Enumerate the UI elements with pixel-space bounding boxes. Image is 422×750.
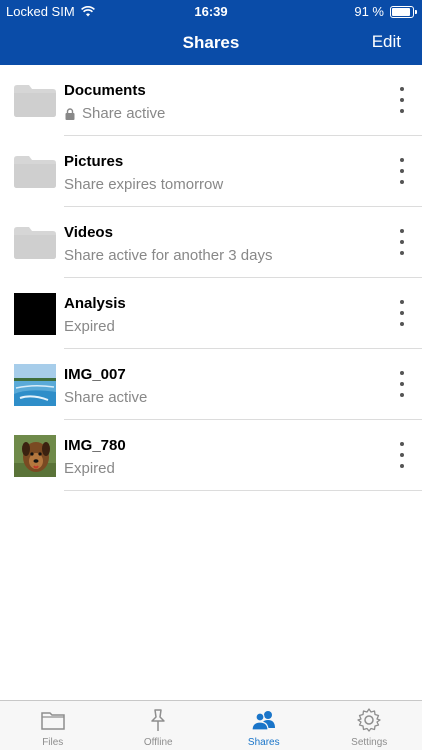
- item-subtitle: Expired: [64, 460, 115, 477]
- dog-photo-thumbnail: [14, 435, 56, 477]
- list-item[interactable]: IMG_780 Expired: [0, 420, 422, 491]
- more-options-icon[interactable]: [394, 442, 410, 468]
- tab-shares[interactable]: Shares: [211, 701, 317, 750]
- item-subtitle: Share active: [64, 389, 148, 406]
- folder-icon: [14, 227, 56, 259]
- item-title: IMG_780: [64, 437, 126, 454]
- tab-label: Shares: [247, 737, 280, 748]
- folder-icon: [14, 156, 56, 188]
- tab-label: Files: [42, 737, 64, 748]
- folder-icon: [14, 85, 56, 117]
- tab-settings[interactable]: Settings: [317, 701, 422, 750]
- more-options-icon[interactable]: [394, 300, 410, 326]
- lock-icon: [65, 107, 75, 120]
- tab-label: Offline: [143, 737, 173, 748]
- list-item[interactable]: Videos Share active for another 3 days: [0, 207, 422, 278]
- beach-photo-thumbnail: [14, 364, 56, 406]
- page-title: Shares: [182, 33, 240, 52]
- list-item[interactable]: Documents Share active: [0, 65, 422, 136]
- edit-button[interactable]: Edit: [372, 32, 401, 52]
- item-title: IMG_007: [64, 366, 126, 383]
- folder-icon: [41, 712, 65, 730]
- item-subtitle-wrap: Share active: [64, 105, 165, 122]
- more-options-icon[interactable]: [394, 371, 410, 397]
- battery-percentage: 91 %: [354, 4, 384, 19]
- item-subtitle: Share expires tomorrow: [64, 176, 224, 193]
- more-options-icon[interactable]: [394, 158, 410, 184]
- gear-icon: [357, 708, 381, 732]
- list-item[interactable]: Analysis Expired: [0, 278, 422, 349]
- item-subtitle: Share active: [82, 105, 166, 122]
- item-subtitle: Expired: [64, 318, 115, 335]
- item-title: Documents: [64, 82, 146, 99]
- users-icon: [251, 711, 275, 731]
- more-options-icon[interactable]: [394, 229, 410, 255]
- app-header: Locked SIM 16:39 91 % Shares Edit: [0, 0, 422, 65]
- item-subtitle: Share active for another 3 days: [64, 247, 273, 264]
- more-options-icon[interactable]: [394, 87, 410, 113]
- shares-list: Documents Share active Pictures Share ex…: [0, 65, 422, 491]
- battery-icon: [390, 5, 417, 18]
- tab-offline[interactable]: Offline: [106, 701, 212, 750]
- item-title: Videos: [64, 224, 113, 241]
- list-item[interactable]: IMG_007 Share active: [0, 349, 422, 420]
- tab-files[interactable]: Files: [0, 701, 106, 750]
- item-title: Analysis: [64, 295, 126, 312]
- item-title: Pictures: [64, 153, 124, 170]
- tab-bar: Files Offline Shares Settings: [0, 700, 422, 750]
- pin-icon: [151, 709, 165, 731]
- black-thumbnail: [14, 293, 56, 335]
- list-item[interactable]: Pictures Share expires tomorrow: [0, 136, 422, 207]
- status-bar: Locked SIM 16:39 91 %: [0, 0, 422, 22]
- tab-label: Settings: [351, 737, 388, 748]
